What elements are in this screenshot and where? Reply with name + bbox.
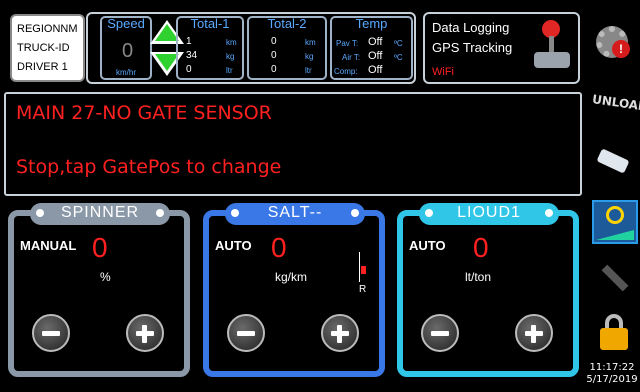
sun-icon <box>606 206 624 224</box>
spinner-panel: SPINNER MANUAL 0 % <box>8 203 190 377</box>
liquid-decrease-button[interactable] <box>421 314 459 352</box>
spinner-decrease-button[interactable] <box>32 314 70 352</box>
total2-kg-unit: kg <box>305 52 314 61</box>
clock-time: 11:17:22 <box>589 362 635 373</box>
air-temp-unit: ºC <box>394 53 403 62</box>
alarm-message: MAIN 27-NO GATE SENSOR <box>16 102 272 124</box>
air-temp-value: Off <box>368 50 383 62</box>
total1-ltr-unit: ltr <box>226 66 233 75</box>
tools-button[interactable] <box>592 258 636 298</box>
air-temp-label: Air T: <box>342 53 361 62</box>
total2-km-value: 0 <box>271 36 277 47</box>
liquid-value: 0 <box>473 232 489 263</box>
spinner-increase-button[interactable] <box>126 314 164 352</box>
usb-icon <box>596 148 630 174</box>
speed-box: Speed 0 km/hr <box>100 16 152 80</box>
joystick-icon[interactable] <box>532 20 574 72</box>
liquid-mode[interactable]: AUTO <box>409 238 446 253</box>
speed-label: Speed <box>107 16 145 31</box>
clock: 11:17:22 5/17/2019 <box>584 362 640 386</box>
total2-kg-value: 0 <box>271 50 277 61</box>
spinner-title[interactable]: SPINNER <box>30 203 170 225</box>
salt-decrease-button[interactable] <box>227 314 265 352</box>
salt-title[interactable]: SALT-- <box>225 203 365 225</box>
salt-panel: SALT-- AUTO 0 kg/km R <box>203 203 385 377</box>
gps-tracking-label: GPS Tracking <box>432 40 513 55</box>
vehicle-id-panel[interactable]: REGIONNM TRUCK-ID DRIVER 1 <box>10 14 85 82</box>
brightness-button[interactable] <box>592 200 638 244</box>
total1-label: Total-1 <box>190 16 230 31</box>
total1-km-unit: km <box>226 38 237 47</box>
minus-icon <box>42 331 60 336</box>
spinner-mode[interactable]: MANUAL <box>20 238 76 253</box>
temperature-box[interactable]: Temp Pav T: Off ºC Air T: Off ºC Comp: O… <box>330 16 413 80</box>
liquid-title[interactable]: LIOUD1 <box>419 203 559 225</box>
settings-gear-button[interactable]: ! <box>592 22 636 62</box>
total2-label: Total-2 <box>267 16 307 31</box>
truck-id: TRUCK-ID <box>17 42 70 54</box>
total2-km-unit: km <box>305 38 316 47</box>
pavement-temp-label: Pav T: <box>336 39 359 48</box>
total2-ltr-unit: ltr <box>305 66 312 75</box>
lock-button[interactable] <box>592 312 636 352</box>
gate-gauge <box>359 252 366 282</box>
liquid-increase-button[interactable] <box>515 314 553 352</box>
comp-value: Off <box>368 64 383 76</box>
pavement-temp-value: Off <box>368 36 383 48</box>
wrench-icon <box>601 264 629 292</box>
comp-label: Comp: <box>334 67 358 76</box>
salt-value: 0 <box>271 232 287 263</box>
pavement-temp-unit: ºC <box>394 39 403 48</box>
temp-label: Temp <box>355 16 388 31</box>
brightness-ramp-icon <box>596 230 634 240</box>
region-name: REGIONNM <box>17 23 78 35</box>
liquid-unit: lt/ton <box>465 270 492 284</box>
total1-box[interactable]: Total-1 1 km 34 kg 0 ltr <box>176 16 244 80</box>
total1-ltr-value: 0 <box>186 64 192 75</box>
message-area[interactable]: MAIN 27-NO GATE SENSOR Stop,tap GatePos … <box>4 92 582 196</box>
speed-value: 0 <box>122 40 134 62</box>
total1-kg-value: 34 <box>186 50 198 61</box>
unload-button[interactable]: UNLOAD <box>591 88 640 128</box>
salt-mode[interactable]: AUTO <box>215 238 252 253</box>
total2-box[interactable]: Total-2 0 km 0 kg 0 ltr <box>247 16 327 80</box>
speed-unit: km/hr <box>116 68 136 77</box>
spinner-value: 0 <box>92 232 108 263</box>
liquid-panel: LIOUD1 AUTO 0 lt/ton <box>397 203 579 377</box>
wifi-label: WiFi <box>432 66 454 78</box>
total1-km-value: 1 <box>186 36 192 47</box>
spinner-unit: % <box>100 270 111 284</box>
minus-icon <box>431 331 449 336</box>
usb-button[interactable] <box>592 142 636 182</box>
minus-icon <box>237 331 255 336</box>
gate-gauge-label: R <box>359 284 367 295</box>
total1-kg-unit: kg <box>226 52 235 61</box>
alert-icon: ! <box>612 40 630 58</box>
salt-unit: kg/km <box>275 270 308 284</box>
salt-increase-button[interactable] <box>321 314 359 352</box>
total2-ltr-value: 0 <box>271 64 277 75</box>
clock-date: 5/17/2019 <box>586 374 638 385</box>
instruction-message: Stop,tap GatePos to change <box>16 156 282 178</box>
data-logging-label: Data Logging <box>432 20 510 35</box>
driver-name: DRIVER 1 <box>17 61 68 73</box>
gate-gauge-indicator <box>361 266 366 274</box>
unload-label: UNLOAD <box>591 92 640 114</box>
